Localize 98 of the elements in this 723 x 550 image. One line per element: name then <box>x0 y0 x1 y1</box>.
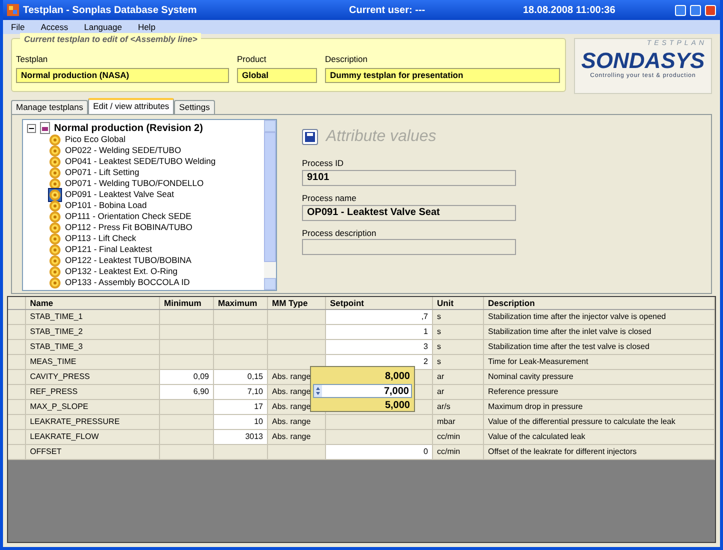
table-cell[interactable]: 10 <box>214 415 268 429</box>
field-label: Process description <box>302 226 378 240</box>
field-label: Description <box>325 53 369 66</box>
tab[interactable]: Manage testplans <box>11 100 88 114</box>
text-field[interactable]: 9101 <box>302 170 516 186</box>
tree-item[interactable]: OP133 - Assembly BOCCOLA ID <box>49 277 264 288</box>
section-title: Attribute values <box>326 127 436 147</box>
table-cell: OFFSET <box>26 445 160 459</box>
app-icon <box>7 4 19 16</box>
table-cell[interactable]: 0,09 <box>160 370 214 384</box>
field-label: Testplan <box>16 53 49 66</box>
table-cell: ar/s <box>433 400 484 414</box>
table-cell: mbar <box>433 415 484 429</box>
table-cell: s <box>433 310 484 324</box>
tree-item[interactable]: OP091 - Leaktest Valve Seat <box>49 189 264 200</box>
table-cell: Time for Leak-Measurement <box>484 355 715 369</box>
table-cell: cc/min <box>433 445 484 459</box>
maximize-button[interactable] <box>690 4 701 16</box>
table-cell[interactable]: 3 <box>326 340 433 354</box>
table-cell: Abs. range <box>268 430 326 444</box>
minimize-button[interactable] <box>675 4 686 16</box>
tree-item[interactable]: OP111 - Orientation Check SEDE <box>49 211 264 222</box>
tab[interactable]: Edit / view attributes <box>88 98 174 114</box>
table-cell: LEAKRATE_PRESSURE <box>26 415 160 429</box>
tree-item[interactable]: OP071 - Lift Setting <box>49 167 264 178</box>
table-cell: Stabilization time after the test valve is closed <box>484 340 715 354</box>
group-legend: Current testplan to edit of <Assembly line> <box>20 33 202 46</box>
table-cell: Value of the calculated leak <box>484 430 715 444</box>
field-label: Process name <box>302 192 358 204</box>
field-value[interactable]: Dummy testplan for presentation <box>325 68 560 83</box>
table-cell: STAB_TIME_2 <box>26 325 160 339</box>
text-field[interactable] <box>302 239 516 256</box>
table-cell: Abs. range <box>268 415 326 429</box>
field-label: Process ID <box>302 157 345 170</box>
menu-item[interactable]: File <box>11 20 25 34</box>
table-cell: STAB_TIME_1 <box>26 310 160 324</box>
column-header[interactable]: Description <box>484 297 715 309</box>
date-time: 18.08.2008 11:00:36 <box>523 4 616 18</box>
window-title: Testplan - Sonplas Database System <box>23 4 197 18</box>
scrollbar[interactable] <box>264 120 276 290</box>
text-field[interactable]: OP091 - Leaktest Valve Seat <box>302 204 516 220</box>
menu-item[interactable]: Language <box>84 20 122 34</box>
table-cell: Maximum drop in pressure <box>484 400 715 414</box>
document-icon <box>40 122 50 134</box>
tree-item[interactable]: OP113 - Lift Check <box>49 233 264 244</box>
table-cell[interactable]: 0,15 <box>214 370 268 384</box>
close-button[interactable] <box>705 4 716 16</box>
current-user: Current user: --- <box>349 4 426 18</box>
tree-item[interactable]: OP121 - Final Leaktest <box>49 244 264 255</box>
tree-item[interactable]: OP112 - Press Fit BOBINA/TUBO <box>49 222 264 233</box>
field-label: Product <box>237 53 268 66</box>
table-cell: STAB_TIME_3 <box>26 340 160 354</box>
table-cell: Offset of the leakrate for different injectors <box>484 445 715 459</box>
tree-item[interactable]: Pico Eco Global <box>49 134 264 145</box>
minimum-value: 5,000 <box>384 399 411 413</box>
tree-item[interactable]: OP101 - Bobina Load <box>49 200 264 211</box>
column-header[interactable]: Minimum <box>160 297 214 309</box>
maximum-value: 8,000 <box>384 370 411 384</box>
column-header[interactable]: Setpoint <box>326 297 433 309</box>
table-cell[interactable]: 0 <box>326 445 433 459</box>
table-cell[interactable]: 3013 <box>214 430 268 444</box>
save-button[interactable] <box>302 129 318 145</box>
tree-item[interactable]: OP122 - Leaktest TUBO/BOBINA <box>49 255 264 266</box>
table-cell: MEAS_TIME <box>26 355 160 369</box>
column-header[interactable]: Maximum <box>214 297 268 309</box>
tree-item[interactable]: OP041 - Leaktest SEDE/TUBO Welding <box>49 156 264 167</box>
table-cell: cc/min <box>433 430 484 444</box>
table-cell[interactable]: ,7 <box>326 310 433 324</box>
table-cell: Reference pressure <box>484 385 715 399</box>
menu-item[interactable]: Help <box>138 20 156 34</box>
table-cell: MAX_P_SLOPE <box>26 400 160 414</box>
table-cell: Nominal cavity pressure <box>484 370 715 384</box>
tree-item[interactable]: OP022 - Welding SEDE/TUBO <box>49 145 264 156</box>
collapse-toggle[interactable] <box>27 124 36 132</box>
tree-item[interactable]: OP132 - Leaktest Ext. O-Ring <box>49 266 264 277</box>
tree-root-label[interactable]: Normal production (Revision 2) <box>54 120 203 136</box>
table-cell[interactable]: 7,10 <box>214 385 268 399</box>
table-cell: Value of the differential pressure to calculate the leak <box>484 415 715 429</box>
spinner-arrows-icon <box>314 385 322 397</box>
table-cell: LEAKRATE_FLOW <box>26 430 160 444</box>
table-cell[interactable]: 6,90 <box>160 385 214 399</box>
table-cell: ar <box>433 385 484 399</box>
spinner-field[interactable]: 7,000 <box>313 384 412 398</box>
field-value[interactable]: Normal production (NASA) <box>16 68 229 83</box>
menu-item[interactable]: Access <box>40 20 68 34</box>
column-header[interactable]: Name <box>26 297 160 309</box>
table-cell: Stabilization time after the injector valve is opened <box>484 310 715 324</box>
table-cell[interactable]: 1 <box>326 325 433 339</box>
column-header[interactable]: MM Type <box>268 297 326 309</box>
table-cell: s <box>433 355 484 369</box>
table-cell: Stabilization time after the inlet valve is closed <box>484 325 715 339</box>
tab[interactable]: Settings <box>174 100 215 114</box>
table-cell: ar <box>433 370 484 384</box>
table-cell[interactable]: 17 <box>214 400 268 414</box>
column-header[interactable]: Unit <box>433 297 484 309</box>
field-value[interactable]: Global <box>237 68 317 83</box>
table-cell: s <box>433 340 484 354</box>
table-cell: s <box>433 325 484 339</box>
